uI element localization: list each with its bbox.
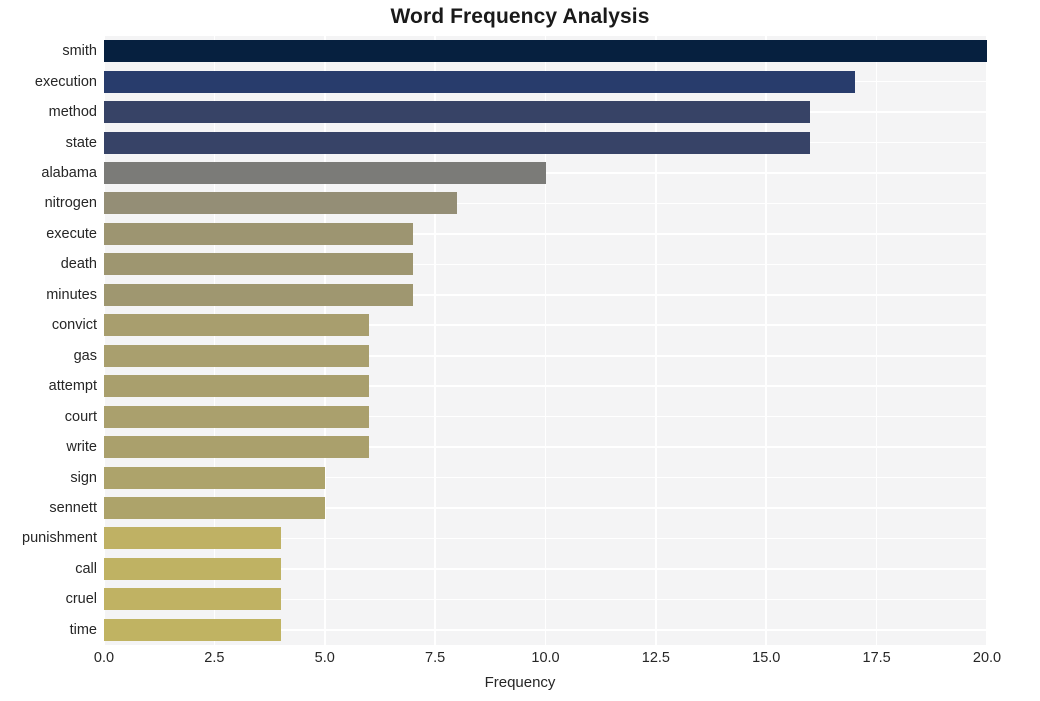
- x-axis-tick-label: 7.5: [425, 650, 446, 666]
- y-axis-tick-label: write: [66, 439, 97, 456]
- chart-figure: Word Frequency Analysis smith execution me…: [0, 0, 1040, 701]
- x-axis-label: Frequency: [484, 674, 556, 691]
- x-axis-tick-label: 10.0: [531, 650, 560, 666]
- chart-title: Word Frequency Analysis: [390, 5, 650, 28]
- y-axis-tick-label: state: [65, 134, 97, 151]
- y-axis-tick-label: sign: [70, 469, 97, 486]
- y-axis-tick-label: gas: [73, 347, 97, 364]
- x-axis-tick-label: 12.5: [641, 650, 670, 666]
- x-axis-tick-label: 5.0: [314, 650, 335, 666]
- x-axis-tick-label: 17.5: [862, 650, 891, 666]
- y-axis-tick-label: nitrogen: [44, 195, 97, 212]
- y-axis-tick-label: minutes: [46, 286, 97, 303]
- x-axis-tick-label: 15.0: [752, 650, 781, 666]
- y-axis-tick-label: method: [48, 104, 97, 121]
- y-axis-tick-label: smith: [62, 43, 97, 60]
- y-axis-tick-label: call: [75, 560, 97, 577]
- x-axis-tick-label: 20.0: [972, 650, 1002, 666]
- y-axis-tick-label: convict: [51, 317, 97, 334]
- y-axis-tick-label: sennett: [49, 499, 97, 516]
- y-axis-tick-label: attempt: [48, 378, 97, 395]
- x-axis-tick-label: 2.5: [204, 650, 225, 666]
- y-axis-tick-label: alabama: [41, 165, 97, 182]
- x-axis-tick-label: 0.0: [93, 650, 115, 666]
- y-axis-tick-labels: smith execution method state alabama nitrogen…: [0, 36, 1040, 645]
- y-axis-tick-label: cruel: [65, 591, 97, 608]
- y-axis-tick-label: punishment: [22, 530, 97, 547]
- y-axis-tick-label: execute: [46, 225, 97, 242]
- y-axis-tick-label: execution: [34, 73, 97, 90]
- y-axis-tick-label: death: [60, 256, 97, 273]
- y-axis-tick-label: court: [64, 408, 97, 425]
- y-axis-tick-label: time: [69, 621, 97, 638]
